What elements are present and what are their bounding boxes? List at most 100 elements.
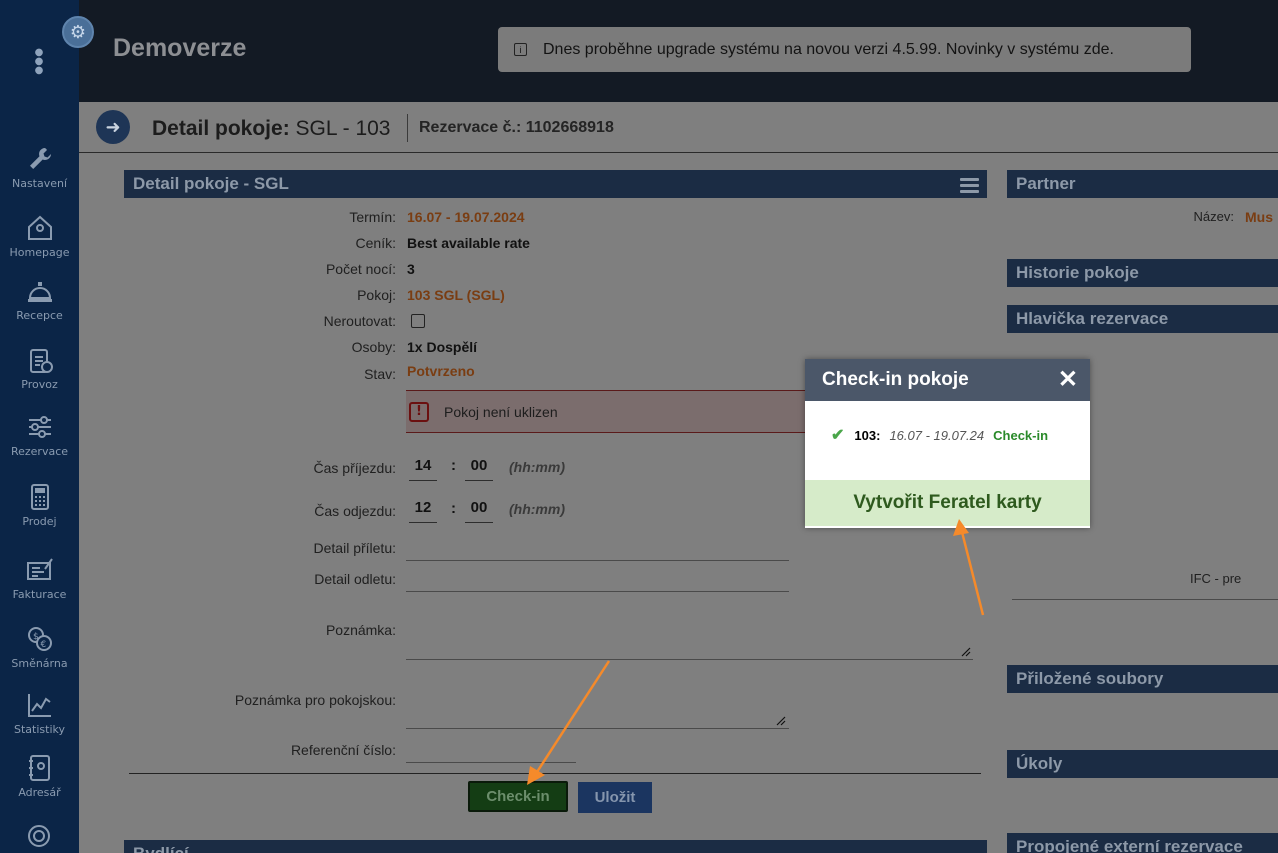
ifc-input[interactable] xyxy=(1012,599,1278,600)
flight-departure-input[interactable] xyxy=(406,591,789,592)
divider xyxy=(407,114,408,142)
sidebar-item-label: Prodej xyxy=(22,515,57,528)
field-label: Termín: xyxy=(349,209,396,225)
home-icon xyxy=(25,213,55,243)
field-label: Čas odjezdu: xyxy=(314,503,396,519)
invoice-icon xyxy=(25,555,55,585)
sidebar-item-statistiky[interactable]: Statistiky xyxy=(0,690,79,736)
sidebar-item-target[interactable] xyxy=(0,820,79,853)
field-label: Osoby: xyxy=(351,339,396,355)
room-detail-panel-header: Detail pokoje - SGL xyxy=(124,170,987,198)
departure-minute-input[interactable]: 00 xyxy=(465,495,493,523)
sidebar-item-homepage[interactable]: Homepage xyxy=(0,213,79,259)
sidebar-item-prodej[interactable]: Prodej xyxy=(0,482,79,528)
sliders-icon xyxy=(25,412,55,442)
nights-count: 3 xyxy=(407,261,415,277)
attached-files-panel-header[interactable]: Přiložené soubory xyxy=(1007,665,1278,693)
departure-hour-input[interactable]: 12 xyxy=(409,495,437,523)
room-number: 103: xyxy=(854,427,881,443)
external-reservations-panel-header[interactable]: Propojené externí rezervace xyxy=(1007,833,1278,853)
maid-note-textarea[interactable] xyxy=(406,728,789,729)
sidebar-item-label: Recepce xyxy=(16,309,63,322)
modal-header: Check-in pokoje ✕ xyxy=(805,359,1090,401)
time-separator: : xyxy=(451,500,456,517)
sidebar-item-label: Adresář xyxy=(18,786,61,799)
svg-text:$: $ xyxy=(33,632,39,642)
tasks-panel-header[interactable]: Úkoly xyxy=(1007,750,1278,778)
sidebar-item-label: Rezervace xyxy=(10,445,69,458)
field-label: Název: xyxy=(1193,209,1234,224)
reservation-header-panel-header: Hlavička rezervace xyxy=(1007,305,1278,333)
field-label: Čas příjezdu: xyxy=(313,460,396,476)
sidebar-item-label: Homepage xyxy=(9,246,70,259)
arrow-right-icon[interactable]: ➜ xyxy=(96,110,130,144)
app-brand: Demoverze xyxy=(113,34,247,62)
arrival-minute-input[interactable]: 00 xyxy=(465,453,493,481)
info-icon: i xyxy=(514,43,527,56)
field-label: Detail odletu: xyxy=(314,571,396,587)
note-textarea[interactable] xyxy=(406,659,973,660)
close-icon[interactable]: ✕ xyxy=(1058,359,1078,401)
top-header: Demoverze i Dnes proběhne upgrade systém… xyxy=(79,0,1278,102)
bell-icon xyxy=(25,276,55,306)
checkin-status: Check-in xyxy=(993,427,1049,443)
sidebar-item-nastaveni[interactable]: Nastavení xyxy=(0,144,79,190)
create-feratel-cards-button[interactable]: Vytvořit Feratel karty xyxy=(805,480,1090,526)
checkin-modal: Check-in pokoje ✕ ✔ 103: 16.07 - 19.07.2… xyxy=(805,359,1090,528)
sidebar-item-provoz[interactable]: Provoz xyxy=(0,345,79,391)
clipboard-icon xyxy=(25,345,55,375)
no-routing-checkbox[interactable] xyxy=(411,314,425,328)
partner-panel-header: Partner xyxy=(1007,170,1278,198)
arrival-hour-input[interactable]: 14 xyxy=(409,453,437,481)
notice-text: Dnes proběhne upgrade systému na novou v… xyxy=(543,40,1114,58)
system-notice[interactable]: i Dnes proběhne upgrade systému na novou… xyxy=(498,27,1191,72)
sidebar-item-fakturace[interactable]: Fakturace xyxy=(0,555,79,601)
reference-number-input[interactable] xyxy=(406,762,576,763)
field-label: Neroutovat: xyxy=(323,313,396,329)
rate-plan: Best available rate xyxy=(407,235,530,251)
alert-text: Pokoj není uklizen xyxy=(444,403,558,420)
time-separator: : xyxy=(451,457,456,474)
page-title: Detail pokoje: SGL - 103 xyxy=(152,117,391,140)
svg-text:€: € xyxy=(40,640,46,650)
save-button[interactable]: Uložit xyxy=(578,782,652,813)
resize-handle-icon[interactable] xyxy=(961,647,971,657)
room-history-panel-header[interactable]: Historie pokoje xyxy=(1007,259,1278,287)
divider xyxy=(129,773,981,774)
check-icon: ✔ xyxy=(831,427,845,444)
addressbook-icon xyxy=(25,753,55,783)
sidebar-item-label: Provoz xyxy=(21,378,58,391)
reservation-status: Potvrzeno xyxy=(407,363,475,379)
field-label: Pokoj: xyxy=(357,287,396,303)
stay-dates: 16.07 - 19.07.24 xyxy=(889,427,985,443)
sidebar-item-adresar[interactable]: Adresář xyxy=(0,753,79,799)
field-label: Počet nocí: xyxy=(325,261,396,277)
sidebar-item-recepce[interactable]: Recepce xyxy=(0,276,79,322)
exchange-icon: $ € xyxy=(25,624,55,654)
stay-dates: 16.07 - 19.07.2024 xyxy=(407,209,525,225)
room-not-clean-alert: ! Pokoj není uklizen xyxy=(406,390,806,433)
field-label: Referenční číslo: xyxy=(290,742,396,758)
partner-name[interactable]: Mus xyxy=(1245,209,1273,225)
time-format-hint: (hh:mm) xyxy=(509,459,565,475)
residents-panel-header: Bydlící xyxy=(124,840,987,853)
more-menu-icon[interactable]: ● ● ● xyxy=(34,48,44,76)
field-label: Stav: xyxy=(364,366,396,382)
sidebar-item-rezervace[interactable]: Rezervace xyxy=(0,412,79,458)
resize-handle-icon[interactable] xyxy=(776,716,786,726)
settings-gear-icon[interactable]: ⚙ xyxy=(62,16,94,48)
field-label: Ceník: xyxy=(355,235,396,251)
flight-arrival-input[interactable] xyxy=(406,560,789,561)
room-link[interactable]: 103 SGL (SGL) xyxy=(407,287,505,303)
modal-title: Check-in pokoje xyxy=(822,369,969,390)
field-label: Poznámka pro pokojskou: xyxy=(234,692,396,708)
sidebar: ● ● ● Nastavení Homepage Recepce Provoz Re… xyxy=(0,0,79,853)
checkin-result-row: ✔ 103: 16.07 - 19.07.24 Check-in xyxy=(831,425,1048,445)
wrench-icon xyxy=(25,144,55,174)
hamburger-menu-icon[interactable] xyxy=(960,178,979,196)
check-in-button[interactable]: Check-in xyxy=(468,781,568,812)
sidebar-item-label: Nastavení xyxy=(11,177,68,190)
sidebar-item-label: Fakturace xyxy=(12,588,67,601)
field-label: Poznámka: xyxy=(325,622,396,638)
sidebar-item-smenarna[interactable]: $ € Směnárna xyxy=(0,624,79,670)
